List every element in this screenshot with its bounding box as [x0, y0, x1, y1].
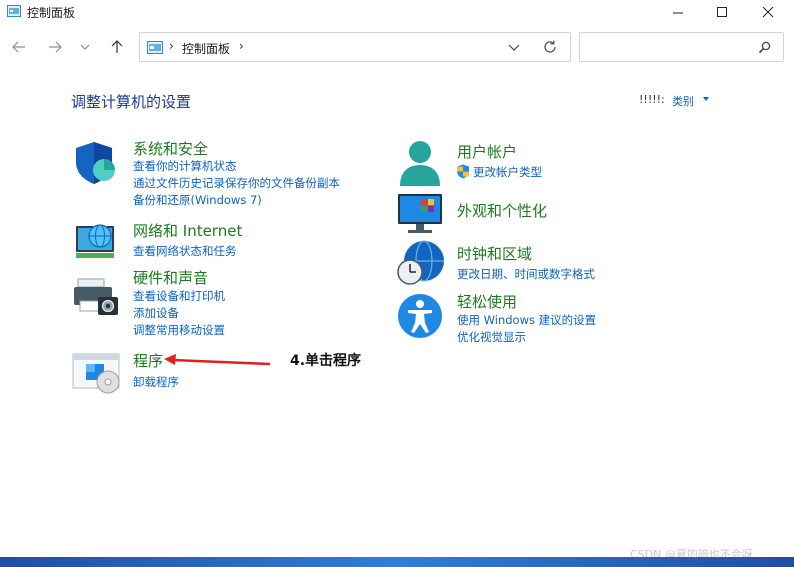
annotation-label: 4.单击程序	[290, 353, 362, 369]
system-security-icon[interactable]	[72, 140, 122, 186]
link-optimize-visual-display[interactable]: 优化视觉显示	[457, 329, 526, 345]
back-button[interactable]	[8, 37, 30, 57]
window-title: 控制面板	[27, 6, 76, 20]
link-change-date-time-format[interactable]: 更改日期、时间或数字格式	[457, 266, 595, 282]
forward-button[interactable]	[44, 37, 66, 57]
breadcrumb-separator-icon[interactable]: ›	[239, 39, 244, 53]
category-hardware-sound[interactable]: 硬件和声音	[133, 267, 208, 288]
chevron-down-icon	[80, 44, 90, 50]
close-button[interactable]	[745, 0, 791, 24]
category-ease-of-access[interactable]: 轻松使用	[457, 291, 517, 312]
category-appearance-personalization[interactable]: 外观和个性化	[457, 200, 547, 221]
link-backup-restore[interactable]: 备份和还原(Windows 7)	[133, 192, 262, 208]
programs-disc-icon[interactable]	[72, 350, 122, 396]
recent-locations-button[interactable]	[74, 37, 96, 57]
ease-of-access-icon[interactable]	[396, 293, 446, 339]
category-programs[interactable]: 程序	[133, 350, 163, 371]
clock-globe-icon[interactable]	[396, 240, 446, 286]
network-globe-icon[interactable]	[72, 218, 122, 264]
link-uninstall-program[interactable]: 卸载程序	[133, 374, 179, 390]
chevron-down-icon[interactable]	[507, 40, 521, 54]
link-mobility-settings[interactable]: 调整常用移动设置	[133, 322, 225, 338]
close-icon	[762, 6, 773, 17]
link-network-status[interactable]: 查看网络状态和任务	[133, 243, 237, 259]
minimize-button[interactable]	[655, 0, 701, 24]
search-input[interactable]	[579, 32, 784, 62]
category-system-security[interactable]: 系统和安全	[133, 138, 208, 159]
navigation-bar: › 控制面板 ›	[0, 30, 794, 64]
category-user-accounts[interactable]: 用户帐户	[457, 141, 517, 162]
appearance-monitor-icon[interactable]	[396, 190, 446, 236]
chevron-down-icon[interactable]	[703, 97, 709, 101]
uac-shield-icon	[457, 164, 469, 179]
view-by-dropdown[interactable]: 类别	[672, 93, 694, 109]
link-devices-printers[interactable]: 查看设备和打印机	[133, 288, 225, 304]
link-add-device[interactable]: 添加设备	[133, 305, 179, 321]
refresh-icon[interactable]	[542, 39, 558, 55]
link-view-computer-status[interactable]: 查看你的计算机状态	[133, 158, 237, 174]
breadcrumb-separator-icon: ›	[169, 39, 174, 53]
breadcrumb-control-panel[interactable]: 控制面板	[182, 40, 230, 57]
minimize-icon	[672, 12, 683, 13]
title-bar: 控制面板	[0, 0, 794, 24]
up-button[interactable]	[106, 37, 128, 57]
control-panel-icon	[147, 41, 163, 54]
link-change-account-type[interactable]: 更改帐户类型	[473, 164, 542, 180]
arrow-left-icon	[12, 41, 25, 53]
maximize-icon	[716, 6, 727, 17]
link-file-history[interactable]: 通过文件历史记录保存你的文件备份副本	[133, 175, 340, 191]
printer-camera-icon[interactable]	[72, 275, 122, 321]
page-title: 调整计算机的设置	[71, 93, 192, 111]
category-clock-region[interactable]: 时钟和区域	[457, 243, 532, 264]
control-panel-icon	[7, 5, 21, 17]
annotation-arrow-icon	[164, 354, 271, 366]
desktop-strip	[0, 557, 794, 567]
view-by-label: !!!!!:	[639, 93, 665, 106]
address-bar[interactable]: › 控制面板 ›	[139, 32, 571, 62]
category-network-internet[interactable]: 网络和 Internet	[133, 220, 242, 241]
link-recommended-settings[interactable]: 使用 Windows 建议的设置	[457, 312, 596, 328]
arrow-up-icon	[111, 40, 123, 53]
maximize-button[interactable]	[699, 0, 745, 24]
arrow-right-icon	[49, 41, 62, 53]
user-accounts-icon[interactable]	[396, 140, 446, 186]
search-icon[interactable]	[758, 41, 771, 54]
